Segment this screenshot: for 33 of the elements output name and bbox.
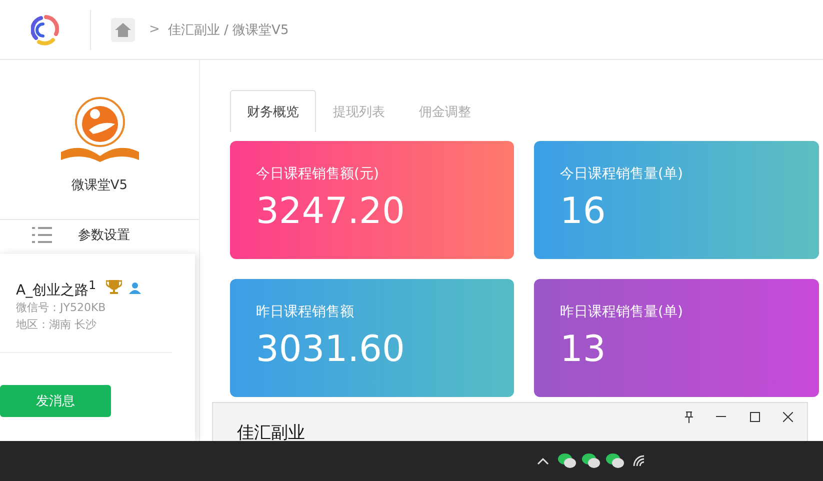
maximize-icon xyxy=(750,412,760,422)
home-icon xyxy=(115,22,131,36)
stat-value: 3031.60 xyxy=(256,329,406,370)
wechat-id: 微信号：JY520KB xyxy=(16,300,106,315)
stat-value: 13 xyxy=(560,329,607,370)
notification-title: 佳汇副业 xyxy=(237,422,305,444)
wifi-icon[interactable] xyxy=(633,455,647,467)
stat-value: 16 xyxy=(560,191,607,232)
book-logo-icon xyxy=(58,96,140,162)
chevron-up-icon[interactable] xyxy=(537,457,549,465)
contact-name: A_创业之路$^{1}$ xyxy=(16,278,96,300)
stat-label: 今日课程销售额(元) xyxy=(256,165,380,183)
list-icon xyxy=(32,226,52,244)
stat-value: 3247.20 xyxy=(256,191,406,232)
chat-bubbles-icon[interactable] xyxy=(582,453,600,468)
chat-bubbles-icon[interactable] xyxy=(606,453,624,468)
tab[interactable]: 财务概览 xyxy=(230,90,316,132)
minimize-icon xyxy=(716,416,726,418)
breadcrumb-separator: > xyxy=(149,22,160,37)
stat-label: 昨日课程销售量(单) xyxy=(560,303,684,321)
logo-icon xyxy=(31,14,59,46)
person-icon xyxy=(129,282,141,294)
home-button[interactable] xyxy=(111,18,135,42)
app-name: 微课堂V5 xyxy=(71,177,128,194)
close-icon xyxy=(783,412,793,422)
pin-icon xyxy=(684,411,694,423)
region: 地区：湖南 长沙 xyxy=(16,317,96,332)
stat-label: 今日课程销售量(单) xyxy=(560,165,684,183)
stat-label: 昨日课程销售额 xyxy=(256,303,355,321)
trophy-icon xyxy=(106,279,122,295)
breadcrumb[interactable]: 佳汇副业 / 微课堂V5 xyxy=(168,20,289,38)
chat-bubbles-icon[interactable] xyxy=(558,453,576,468)
send-message-button[interactable]: 发消息 xyxy=(0,385,111,417)
